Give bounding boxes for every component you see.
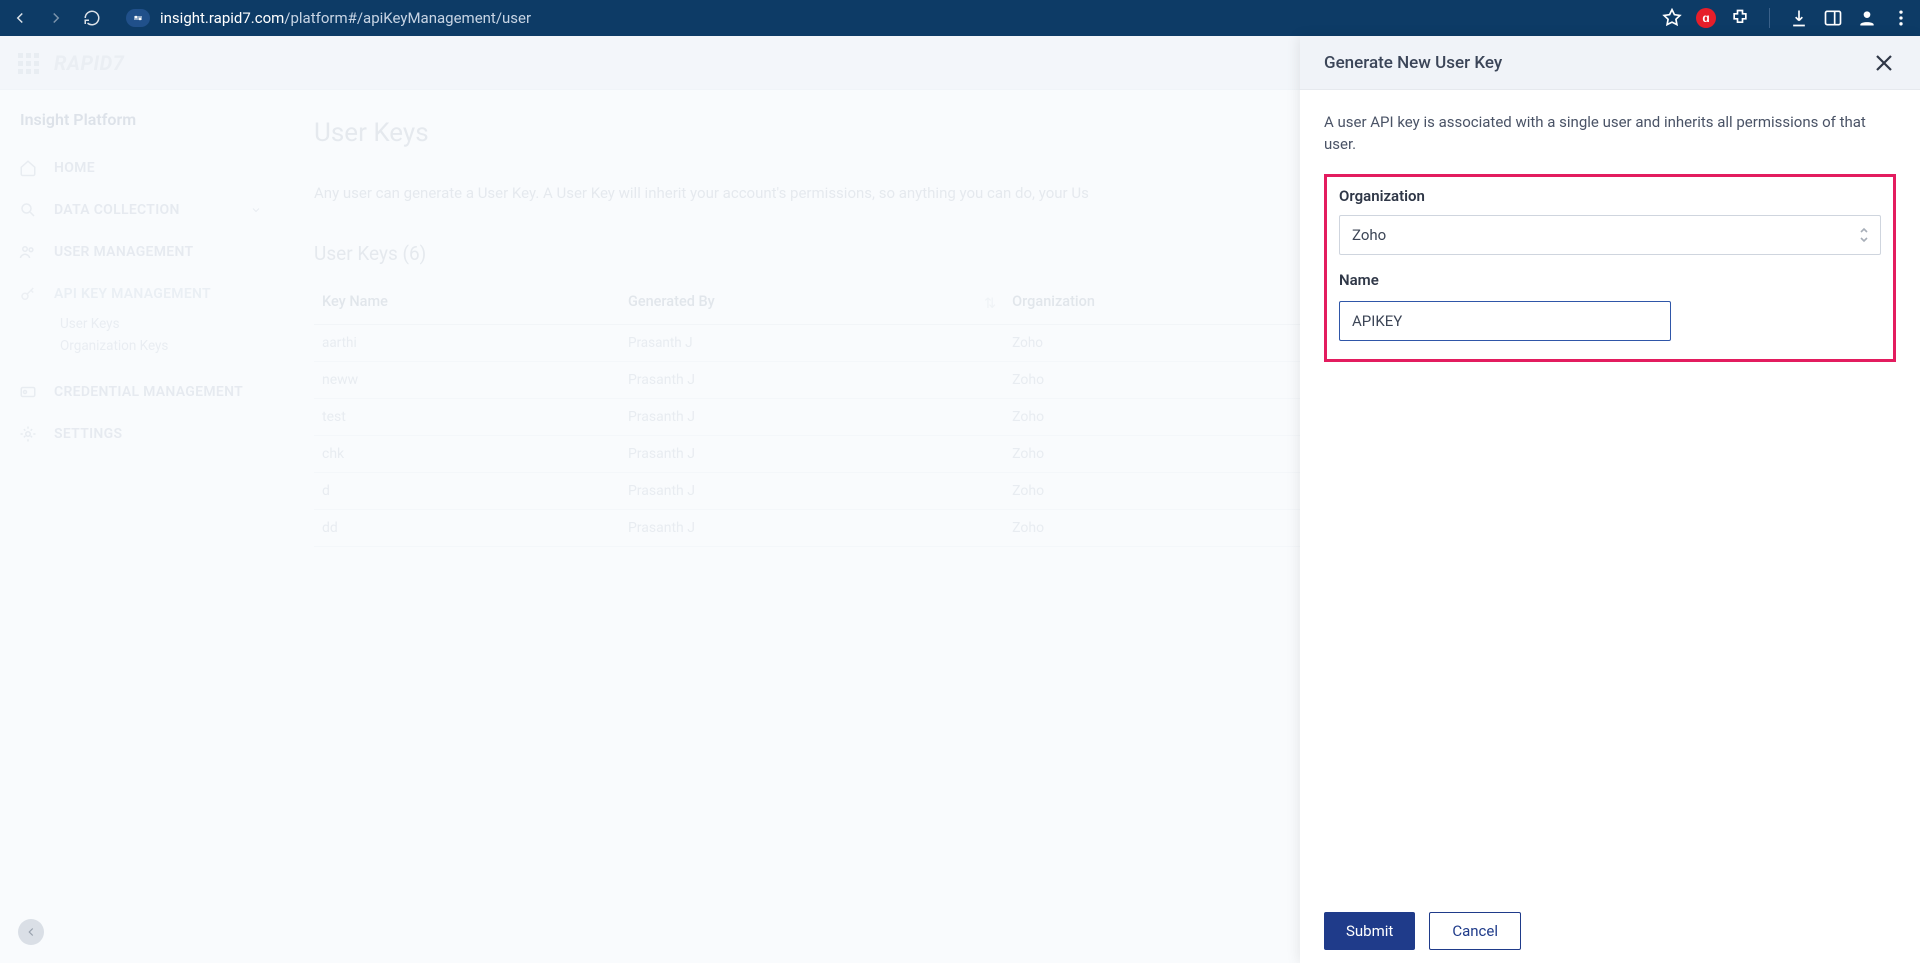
sidebar-item-label: HOME (54, 160, 95, 176)
browser-forward-button[interactable] (44, 6, 68, 30)
cell-by: Prasanth J (620, 510, 1004, 547)
drawer-intro-text: A user API key is associated with a sing… (1324, 112, 1896, 156)
drawer-title: Generate New User Key (1324, 53, 1502, 73)
address-bar-url[interactable]: insight.rapid7.com/platform#/apiKeyManag… (160, 9, 531, 27)
col-key-name[interactable]: Key Name (314, 281, 620, 325)
cell-by: Prasanth J (620, 325, 1004, 362)
sidebar-item-api-key-management[interactable]: API KEY MANAGEMENT (18, 273, 280, 315)
users-icon (18, 242, 38, 262)
cell-by: Prasanth J (620, 473, 1004, 510)
submit-button[interactable]: Submit (1324, 912, 1415, 950)
cell-name: aarthi (314, 325, 620, 362)
sidebar-item-label: SETTINGS (54, 426, 122, 442)
url-host: insight.rapid7.com (160, 9, 284, 27)
cell-by: Prasanth J (620, 399, 1004, 436)
credential-icon (18, 382, 38, 402)
col-generated-by[interactable]: Generated By⇅ (620, 281, 1004, 325)
brand-logo: RAPID7 (54, 51, 124, 75)
site-info-icon[interactable] (126, 9, 150, 27)
extension-recorder-icon[interactable]: ɑ (1695, 7, 1717, 29)
sort-icon: ⇅ (984, 295, 996, 312)
sidebar-item-label: USER MANAGEMENT (54, 244, 193, 260)
organization-select[interactable]: Zoho (1339, 215, 1881, 255)
browser-back-button[interactable] (8, 6, 32, 30)
cell-name: test (314, 399, 620, 436)
chevron-down-icon (246, 200, 266, 220)
name-label: Name (1339, 271, 1881, 289)
close-icon[interactable] (1872, 51, 1896, 75)
cell-name: d (314, 473, 620, 510)
cell-name: chk (314, 436, 620, 473)
cell-by: Prasanth J (620, 436, 1004, 473)
sidebar-item-label: CREDENTIAL MANAGEMENT (54, 384, 243, 400)
cell-name: neww (314, 362, 620, 399)
cancel-button[interactable]: Cancel (1429, 912, 1521, 950)
sidebar-item-home[interactable]: HOME (18, 147, 280, 189)
sidebar-heading: Insight Platform (20, 110, 280, 129)
downloads-icon[interactable] (1788, 7, 1810, 29)
sidebar-item-user-management[interactable]: USER MANAGEMENT (18, 231, 280, 273)
sidebar-item-data-collection[interactable]: DATA COLLECTION (18, 189, 280, 231)
toolbar-divider (1769, 8, 1770, 28)
cell-name: dd (314, 510, 620, 547)
browser-chrome-bar: insight.rapid7.com/platform#/apiKeyManag… (0, 0, 1920, 36)
extensions-icon[interactable] (1729, 7, 1751, 29)
annotation-highlight: Organization Zoho Name (1324, 174, 1896, 362)
browser-reload-button[interactable] (80, 6, 104, 30)
browser-menu-icon[interactable] (1890, 7, 1912, 29)
organization-label: Organization (1339, 187, 1881, 205)
collapse-sidebar-button[interactable] (18, 919, 44, 945)
select-arrows-icon (1858, 224, 1870, 250)
side-panel-icon[interactable] (1822, 7, 1844, 29)
search-icon (18, 200, 38, 220)
home-icon (18, 158, 38, 178)
sidebar-item-settings[interactable]: SETTINGS (18, 413, 280, 455)
name-input[interactable] (1339, 301, 1671, 341)
profile-avatar-icon[interactable] (1856, 7, 1878, 29)
url-path: /platform#/apiKeyManagement/user (284, 9, 531, 27)
sidebar-subitem-organization-keys[interactable]: Organization Keys (18, 333, 280, 359)
key-icon (18, 284, 38, 304)
bookmark-star-icon[interactable] (1661, 7, 1683, 29)
sidebar-nav: Insight Platform HOME DATA COLLECTION US… (0, 90, 280, 963)
generate-user-key-drawer: Generate New User Key A user API key is … (1300, 36, 1920, 963)
sidebar-item-label: API KEY MANAGEMENT (54, 286, 211, 302)
gear-icon (18, 424, 38, 444)
organization-value: Zoho (1352, 226, 1386, 244)
sidebar-item-credential-management[interactable]: CREDENTIAL MANAGEMENT (18, 371, 280, 413)
app-switcher-icon[interactable] (18, 53, 38, 73)
sidebar-item-label: DATA COLLECTION (54, 202, 180, 218)
cell-by: Prasanth J (620, 362, 1004, 399)
